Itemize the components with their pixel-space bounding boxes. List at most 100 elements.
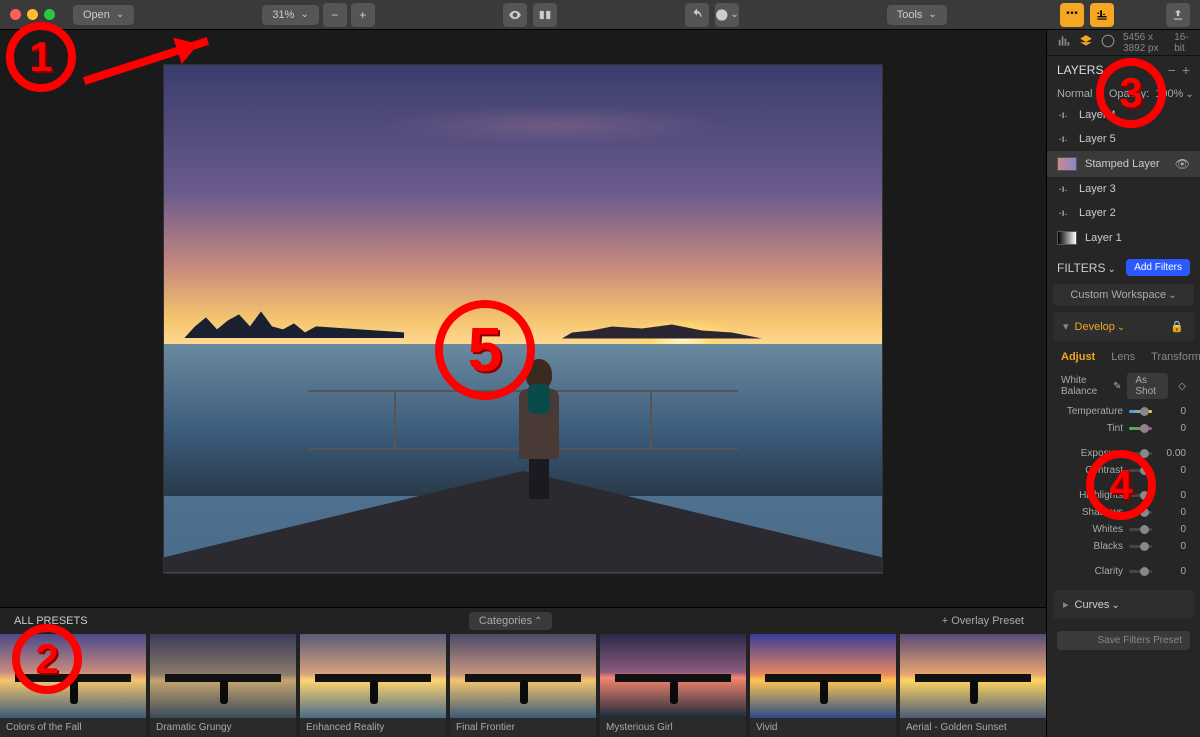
slider-label: Shadows [1061,507,1123,518]
slider-value: 0 [1158,541,1186,552]
layer-name: Layer 1 [1085,232,1122,244]
slider-track[interactable] [1129,494,1152,497]
slider-track[interactable] [1129,452,1152,455]
slider-contrast[interactable]: Contrast0 [1047,462,1200,479]
histogram-icon[interactable] [1057,34,1071,51]
slider-temperature[interactable]: Temperature 0 [1047,403,1200,420]
slider-track[interactable] [1129,427,1152,430]
develop-tab[interactable]: Lens [1111,351,1135,363]
save-filters-preset-button[interactable]: Save Filters Preset [1057,631,1190,650]
layer-item[interactable]: Stamped Layer👁 [1047,151,1200,177]
preset-label: Final Frontier [450,718,596,737]
main-toolbar: Open 31% − + Tools [0,0,1200,30]
white-balance-select[interactable]: As Shot [1127,373,1168,399]
preset-label: Aerial - Golden Sunset [900,718,1046,737]
canvas-viewport[interactable] [0,30,1046,607]
slider-tint[interactable]: Tint0 [1047,420,1200,437]
slider-value: 0 [1158,566,1186,577]
develop-section[interactable]: ▾ Develop 🔒 [1053,312,1194,341]
slider-value: 0 [1158,406,1186,417]
undo-icon[interactable] [685,3,709,27]
layer-item[interactable]: Layer 1 [1047,225,1200,251]
opacity-label: Opacity: [1109,88,1149,100]
slider-value: 0.00 [1158,448,1186,459]
adjustment-layer-icon [1057,134,1071,144]
curves-section[interactable]: ▸ Curves [1053,590,1194,619]
slider-highlights[interactable]: Highlights 0 [1047,487,1200,504]
minimize-window-icon[interactable] [27,9,38,20]
layers-tab-icon[interactable] [1079,34,1093,51]
slider-value: 0 [1158,423,1186,434]
slider-label: Temperature [1061,406,1123,417]
slider-value: 0 [1158,490,1186,501]
preset-label: Vivid [750,718,896,737]
slider-track[interactable] [1129,410,1152,413]
categories-dropdown[interactable]: Categories [469,612,553,630]
workspace-select[interactable]: Custom Workspace [1053,284,1194,306]
compare-icon[interactable] [533,3,557,27]
zoom-in-button[interactable]: + [351,3,375,27]
preset-item[interactable]: Enhanced Reality [300,634,446,737]
close-window-icon[interactable] [10,9,21,20]
layer-name: Layer 4 [1079,109,1116,121]
preset-label: Mysterious Girl [600,718,746,737]
tools-dropdown[interactable]: Tools [887,5,947,25]
history-icon[interactable] [715,3,739,27]
zoom-out-button[interactable]: − [323,3,347,27]
filters-header[interactable]: FILTERS Add Filters [1047,251,1200,284]
visibility-eye-icon[interactable]: 👁 [1175,157,1190,171]
window-traffic-lights[interactable] [10,9,55,20]
slider-blacks[interactable]: Blacks0 [1047,538,1200,555]
preset-item[interactable]: Aerial - Golden Sunset [900,634,1046,737]
image-canvas[interactable] [163,64,883,574]
lock-icon[interactable]: 🔒 [1170,320,1184,333]
preset-item[interactable]: Final Frontier [450,634,596,737]
layer-item[interactable]: Layer 4 [1047,103,1200,127]
fullscreen-window-icon[interactable] [44,9,55,20]
slider-track[interactable] [1129,469,1152,472]
slider-whites[interactable]: Whites0 [1047,521,1200,538]
add-layer-icon[interactable]: + [1182,62,1190,78]
slider-value: 0 [1158,465,1186,476]
develop-tab[interactable]: Adjust [1061,351,1095,363]
preset-label: Enhanced Reality [300,718,446,737]
edit-panel-icon[interactable] [1090,3,1114,27]
overlay-preset-button[interactable]: + Overlay Preset [934,612,1032,630]
preset-item[interactable]: Vivid [750,634,896,737]
preset-item[interactable]: Mysterious Girl [600,634,746,737]
layer-item[interactable]: Layer 5 [1047,127,1200,151]
slider-clarity[interactable]: Clarity0 [1047,563,1200,580]
layers-header[interactable]: LAYERS − + [1047,56,1200,84]
bit-depth: 16-bit [1174,32,1190,54]
add-filters-button[interactable]: Add Filters [1126,259,1190,276]
slider-shadows[interactable]: Shadows0 [1047,504,1200,521]
slider-track[interactable] [1129,511,1152,514]
layer-name: Layer 2 [1079,207,1116,219]
preset-label: Colors of the Fall [0,718,146,737]
zoom-level[interactable]: 31% [262,5,318,25]
layer-thumbnail-icon [1057,157,1077,171]
slider-exposure[interactable]: Exposure 0.00 [1047,445,1200,462]
layer-item[interactable]: Layer 2 [1047,201,1200,225]
develop-tab[interactable]: Transform [1151,351,1200,363]
open-button[interactable]: Open [73,5,134,25]
layer-item[interactable]: Layer 3 [1047,177,1200,201]
preset-item[interactable]: Dramatic Grungy [150,634,296,737]
preset-item[interactable]: Colors of the Fall [0,634,146,737]
preview-eye-icon[interactable] [503,3,527,27]
slider-label: Exposure [1061,448,1123,459]
preset-label: Dramatic Grungy [150,718,296,737]
presets-panel-icon[interactable] [1060,3,1084,27]
presets-title: ALL PRESETS [14,615,88,627]
slider-track[interactable] [1129,545,1152,548]
info-icon[interactable] [1101,34,1115,51]
share-icon[interactable] [1166,3,1190,27]
opacity-value[interactable]: 100% [1155,88,1194,100]
slider-track[interactable] [1129,570,1152,573]
blend-mode-select[interactable]: Normal [1057,88,1103,100]
adjustment-layer-icon [1057,208,1071,218]
eyedropper-icon[interactable]: ✎ [1113,381,1121,392]
slider-label: Highlights [1061,490,1123,501]
slider-track[interactable] [1129,528,1152,531]
layers-collapse-icon[interactable]: − [1168,62,1176,78]
